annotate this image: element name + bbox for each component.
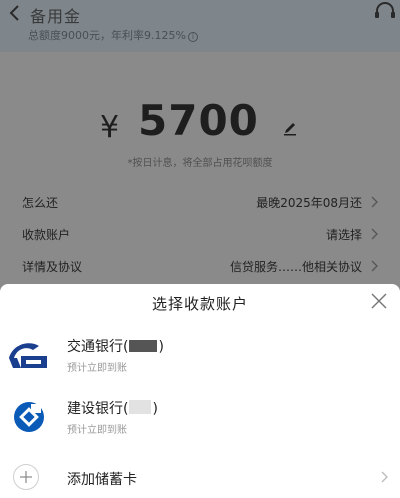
header: 备用金 总额度9000元，年利率9.125% i — [0, 0, 400, 52]
close-icon[interactable] — [370, 292, 388, 310]
repay-value: 最晚2025年08月还 — [256, 196, 362, 210]
arrival-time: 预计立即到账 — [67, 363, 127, 374]
customer-service-headset-icon[interactable] — [374, 2, 396, 22]
bocom-logo-icon — [9, 343, 47, 368]
bank-option-bocom[interactable]: 交通银行() 预计立即到账 — [0, 330, 400, 390]
bank-name-suffix: ) — [152, 401, 158, 417]
details-label: 详情及协议 — [22, 260, 83, 274]
bank-name: 交通银行() — [67, 336, 164, 356]
amount-display: ¥ 5700 — [0, 92, 400, 152]
bank-name-suffix: ) — [158, 339, 164, 355]
bank-name-text: 建设银行( — [67, 401, 129, 417]
chevron-right-icon — [381, 471, 388, 483]
quota-info: 总额度9000元，年利率9.125% i — [28, 27, 198, 43]
account-picker-sheet: 选择收款账户 交通银行() 预计立即到账 建设银行() 预计立即到账 添加储蓄卡 — [0, 284, 400, 498]
back-arrow-icon[interactable] — [8, 4, 22, 22]
bank-name: 建设银行() — [67, 398, 158, 418]
page-title: 备用金 — [30, 7, 82, 26]
chevron-right-icon — [371, 260, 378, 272]
edit-pencil-icon[interactable] — [282, 120, 298, 136]
details-value: 信贷服务……他相关协议 — [229, 260, 362, 274]
plus-circle-icon — [13, 464, 39, 490]
account-value: 请选择 — [325, 228, 362, 242]
masked-card-number — [129, 340, 158, 352]
add-card-label: 添加储蓄卡 — [67, 472, 137, 488]
account-row[interactable]: 收款账户 请选择 — [0, 222, 400, 246]
amount-note: *按日计息，将全部占用花呗额度 — [127, 158, 273, 169]
chevron-right-icon — [371, 228, 378, 240]
amount-value[interactable]: 5700 — [138, 96, 259, 145]
bank-name-text: 交通银行( — [67, 339, 129, 355]
account-label: 收款账户 — [22, 228, 71, 242]
repay-row[interactable]: 怎么还 最晚2025年08月还 — [0, 190, 400, 214]
info-icon[interactable]: i — [187, 32, 198, 42]
sheet-title: 选择收款账户 — [151, 295, 248, 313]
add-debit-card-button[interactable]: 添加储蓄卡 — [0, 460, 400, 494]
details-row[interactable]: 详情及协议 信贷服务……他相关协议 — [0, 254, 400, 278]
masked-card-number — [129, 400, 152, 414]
arrival-time: 预计立即到账 — [67, 425, 127, 436]
ccb-logo-icon — [14, 402, 44, 432]
currency-symbol: ¥ — [100, 110, 120, 145]
repay-label: 怎么还 — [22, 196, 59, 210]
chevron-right-icon — [371, 196, 378, 208]
bank-option-ccb[interactable]: 建设银行() 预计立即到账 — [0, 392, 400, 452]
quota-text: 总额度9000元，年利率9.125% — [28, 29, 186, 42]
